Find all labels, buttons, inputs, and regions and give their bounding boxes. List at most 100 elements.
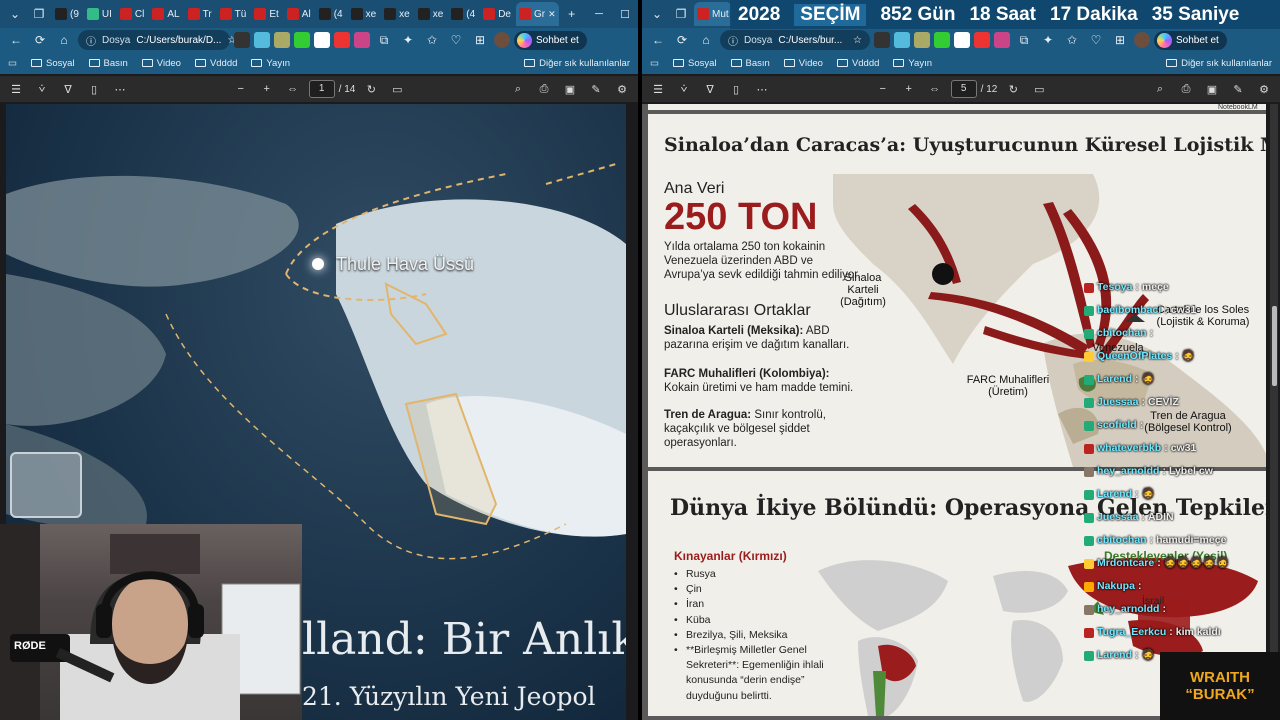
tab-item[interactable]: Et (251, 2, 281, 26)
tab-item-active[interactable]: Mut (694, 2, 732, 26)
tab-item[interactable]: Tr (185, 2, 215, 26)
split-screen-icon[interactable]: ⧉ (1014, 30, 1034, 50)
settings-icon[interactable]: ⚙ (612, 83, 632, 96)
bookmark-folder[interactable]: Video (141, 58, 181, 69)
other-favorites[interactable]: Diğer sık kullanılanlar (1166, 58, 1272, 69)
url-field[interactable]: ⓘ Dosya C:/Users/bur... ☆ (720, 30, 870, 50)
other-favorites[interactable]: Diğer sık kullanılanlar (524, 58, 630, 69)
bookmark-folder[interactable]: Yayın (893, 58, 932, 69)
tab-actions-menu-icon[interactable]: ⌄ (4, 3, 26, 25)
new-tab-button[interactable]: + (561, 3, 583, 25)
zoom-out-icon[interactable]: − (231, 83, 251, 95)
home-icon[interactable]: ⌂ (696, 30, 716, 50)
page-number-input[interactable]: 5 (950, 80, 977, 98)
browser-essentials-icon[interactable]: ♡ (1086, 30, 1106, 50)
contents-icon[interactable]: ☰ (6, 83, 26, 96)
extension-icon[interactable] (274, 32, 290, 48)
profile-avatar[interactable] (494, 32, 510, 48)
favorites-icon[interactable]: ✩ (422, 30, 442, 50)
bookmark-folder[interactable]: Yayın (251, 58, 290, 69)
print-icon[interactable]: ⎙ (534, 83, 554, 96)
extension-icon[interactable] (974, 32, 990, 48)
highlight-icon[interactable]: ⩒ (674, 83, 694, 96)
profile-avatar[interactable] (1134, 32, 1150, 48)
extension-icon[interactable] (294, 32, 310, 48)
tab-item[interactable]: xe (381, 2, 413, 26)
tab-item[interactable]: De (480, 2, 514, 26)
bookmark-folder[interactable]: Basın (730, 58, 770, 69)
tab-item[interactable]: Tü (217, 2, 250, 26)
draw-icon[interactable]: ∇ (58, 83, 78, 96)
tab-item[interactable]: AL (149, 2, 182, 26)
collections-sidebar-icon[interactable]: ▭ (650, 58, 659, 69)
page-view-icon[interactable]: ▯ (726, 83, 746, 96)
extension-icon[interactable] (954, 32, 970, 48)
refresh-icon[interactable]: ⟳ (672, 30, 692, 50)
favorite-star-icon[interactable]: ☆ (853, 35, 862, 46)
close-tab-icon[interactable]: ✕ (548, 9, 556, 20)
tab-item[interactable]: Cl (117, 2, 147, 26)
copilot-button[interactable]: Sohbet et (1154, 30, 1227, 50)
collections-sidebar-icon[interactable]: ▭ (8, 58, 17, 69)
extension-icon[interactable] (354, 32, 370, 48)
bookmark-folder[interactable]: Video (783, 58, 823, 69)
fit-page-icon[interactable]: ⇔ (925, 83, 945, 95)
zoom-in-icon[interactable]: + (899, 83, 919, 95)
two-page-icon[interactable]: ▭ (1029, 83, 1049, 96)
home-icon[interactable]: ⌂ (54, 30, 74, 50)
extension-icon[interactable] (314, 32, 330, 48)
extension-icon[interactable] (934, 32, 950, 48)
bookmark-folder[interactable]: Vdddd (194, 58, 237, 69)
workspaces-icon[interactable]: ❐ (670, 3, 692, 25)
url-field[interactable]: ⓘ Dosya C:/Users/burak/D... ☆ (78, 30, 236, 50)
search-icon[interactable]: ⌕ (508, 83, 528, 96)
save-icon[interactable]: ▣ (1202, 83, 1222, 96)
extension-icon[interactable] (234, 32, 250, 48)
bookmark-folder[interactable]: Basın (88, 58, 128, 69)
save-as-icon[interactable]: ✎ (586, 83, 606, 96)
tab-item[interactable]: xe (415, 2, 447, 26)
settings-icon[interactable]: ⚙ (1254, 83, 1274, 96)
save-icon[interactable]: ▣ (560, 83, 580, 96)
tab-item[interactable]: Al (284, 2, 314, 26)
page-view-icon[interactable]: ▯ (84, 83, 104, 96)
more-icon[interactable]: ⋯ (752, 83, 772, 96)
draw-icon[interactable]: ∇ (700, 83, 720, 96)
print-icon[interactable]: ⎙ (1176, 83, 1196, 96)
back-icon[interactable]: ← (648, 30, 668, 50)
two-page-icon[interactable]: ▭ (387, 83, 407, 96)
extension-icon[interactable] (874, 32, 890, 48)
extensions-icon[interactable]: ✦ (398, 30, 418, 50)
fit-page-icon[interactable]: ⇔ (283, 83, 303, 95)
extension-icon[interactable] (334, 32, 350, 48)
bookmark-folder[interactable]: Sosyal (672, 58, 717, 69)
browser-essentials-icon[interactable]: ♡ (446, 30, 466, 50)
bookmark-folder[interactable]: Sosyal (30, 58, 75, 69)
maximize-icon[interactable]: ☐ (612, 0, 638, 28)
favorites-icon[interactable]: ✩ (1062, 30, 1082, 50)
save-as-icon[interactable]: ✎ (1228, 83, 1248, 96)
collections-icon[interactable]: ⊞ (470, 30, 490, 50)
rotate-icon[interactable]: ↻ (1003, 83, 1023, 96)
tab-item[interactable]: (9 (52, 2, 82, 26)
tab-item[interactable]: (4 (448, 2, 478, 26)
tab-actions-menu-icon[interactable]: ⌄ (646, 3, 668, 25)
bookmark-folder[interactable]: Vdddd (836, 58, 879, 69)
tab-item[interactable]: xe (348, 2, 380, 26)
collections-icon[interactable]: ⊞ (1110, 30, 1130, 50)
highlight-icon[interactable]: ⩒ (32, 83, 52, 96)
tab-item-active[interactable]: Gr ✕ (516, 2, 559, 26)
tab-item[interactable]: UI (84, 2, 115, 26)
zoom-in-icon[interactable]: + (257, 83, 277, 95)
rotate-icon[interactable]: ↻ (361, 83, 381, 96)
extension-icon[interactable] (914, 32, 930, 48)
minimize-icon[interactable]: ─ (586, 0, 612, 28)
extensions-icon[interactable]: ✦ (1038, 30, 1058, 50)
split-screen-icon[interactable]: ⧉ (374, 30, 394, 50)
extension-icon[interactable] (994, 32, 1010, 48)
extension-icon[interactable] (254, 32, 270, 48)
page-number-input[interactable]: 1 (308, 80, 335, 98)
more-icon[interactable]: ⋯ (110, 83, 130, 96)
contents-icon[interactable]: ☰ (648, 83, 668, 96)
refresh-icon[interactable]: ⟳ (30, 30, 50, 50)
